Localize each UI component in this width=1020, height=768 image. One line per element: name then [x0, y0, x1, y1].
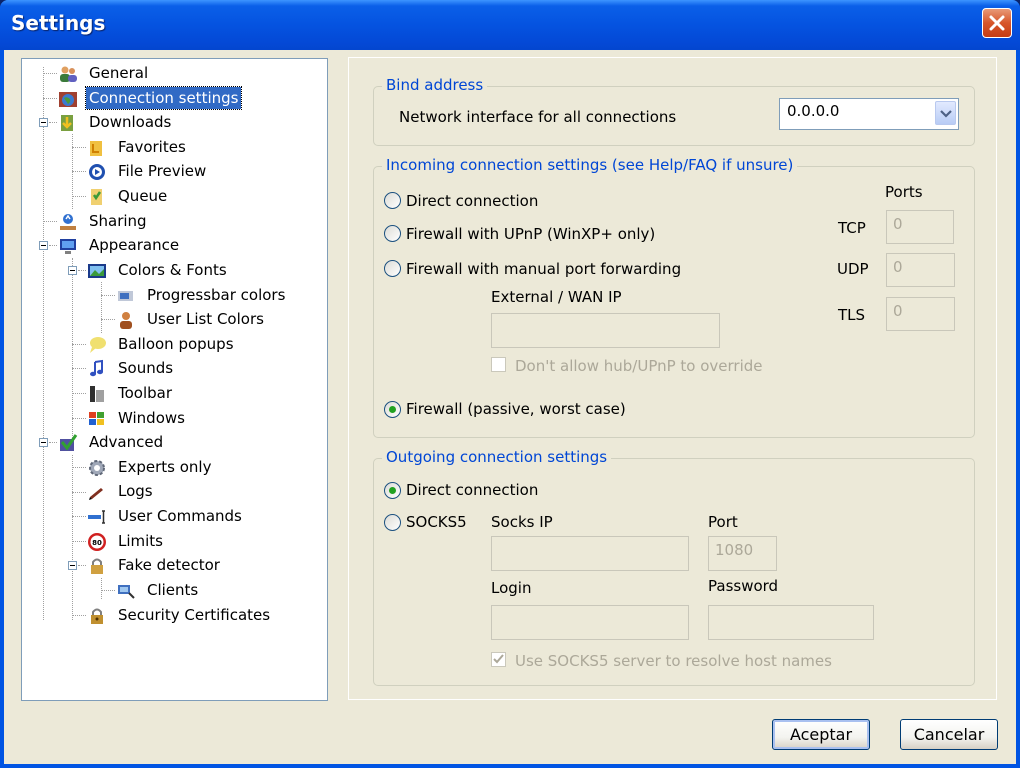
outgoing-direct-label[interactable]: Direct connection: [406, 481, 538, 499]
dialog-body: General Connection settings Downloads Fa…: [4, 50, 1016, 764]
window-title: Settings: [11, 11, 106, 35]
wan-ip-label: External / WAN IP: [491, 288, 622, 306]
resolve-hostnames-checkbox[interactable]: [491, 652, 506, 667]
picture-icon: [88, 264, 106, 278]
cancel-button[interactable]: Cancelar: [900, 719, 998, 750]
wan-ip-input[interactable]: [491, 313, 720, 348]
login-label: Login: [491, 579, 532, 597]
network-interface-dropdown[interactable]: 0.0.0.0: [779, 98, 959, 130]
chevron-down-icon: [940, 110, 952, 118]
network-interface-label: Network interface for all connections: [399, 108, 677, 126]
incoming-legend: Incoming connection settings (see Help/F…: [382, 156, 798, 174]
toolbar-icon: [90, 386, 104, 402]
sharing-icon: [60, 214, 76, 230]
incoming-passive-radio[interactable]: [384, 401, 401, 418]
settings-tree[interactable]: General Connection settings Downloads Fa…: [21, 58, 328, 701]
tcp-label: TCP: [838, 219, 866, 237]
incoming-upnp-radio[interactable]: [384, 225, 401, 242]
connection-settings-panel: Bind address Network interface for all c…: [348, 57, 997, 700]
gear-icon: [89, 460, 105, 476]
command-icon: [88, 510, 105, 524]
outgoing-socks5-label[interactable]: SOCKS5: [406, 513, 467, 531]
udp-port-input[interactable]: 0: [886, 253, 955, 287]
socks-port-label: Port: [708, 513, 738, 531]
close-button[interactable]: [982, 8, 1012, 38]
ports-label: Ports: [885, 183, 923, 201]
preview-icon: [89, 164, 105, 180]
password-input[interactable]: [708, 605, 874, 640]
incoming-upnp-label[interactable]: Firewall with UPnP (WinXP+ only): [406, 225, 655, 243]
favorites-icon: [90, 141, 102, 156]
bind-address-legend: Bind address: [382, 76, 488, 94]
outgoing-direct-radio[interactable]: [384, 482, 401, 499]
users-icon: [60, 66, 77, 82]
dont-allow-override-checkbox[interactable]: [491, 357, 506, 372]
outgoing-connection-group: Outgoing connection settings Direct conn…: [373, 448, 975, 686]
svg-text:80: 80: [92, 539, 102, 547]
progressbar-icon: [118, 291, 133, 301]
collapse-appearance-toggle[interactable]: [39, 241, 48, 250]
udp-label: UDP: [837, 260, 869, 278]
tls-label: TLS: [838, 306, 866, 324]
certificate-lock-icon: [91, 608, 103, 624]
balloon-icon: [90, 337, 106, 353]
dropdown-arrow-button[interactable]: [935, 101, 956, 125]
incoming-manual-label[interactable]: Firewall with manual port forwarding: [406, 260, 681, 278]
title-bar[interactable]: Settings: [0, 0, 1020, 50]
collapse-downloads-toggle[interactable]: [39, 118, 48, 127]
close-icon: [989, 15, 1005, 31]
checkmark-icon: [493, 654, 504, 664]
socks-ip-input[interactable]: [491, 536, 689, 571]
password-label: Password: [708, 577, 779, 595]
dont-allow-override-label[interactable]: Don't allow hub/UPnP to override: [515, 357, 763, 375]
user-icon: [120, 312, 132, 329]
incoming-connection-group: Incoming connection settings (see Help/F…: [373, 156, 975, 438]
speed-limit-icon: 80: [88, 533, 106, 551]
socks-port-input[interactable]: 1080: [708, 536, 777, 571]
collapse-fake-detector-toggle[interactable]: [68, 561, 77, 570]
socks-ip-label: Socks IP: [491, 513, 553, 531]
incoming-direct-label[interactable]: Direct connection: [406, 192, 538, 210]
clients-icon: [118, 585, 135, 599]
incoming-manual-radio[interactable]: [384, 260, 401, 277]
downloads-icon: [61, 115, 73, 131]
incoming-direct-radio[interactable]: [384, 192, 401, 209]
outgoing-socks5-radio[interactable]: [384, 514, 401, 531]
settings-window: Settings General Connection settings Dow…: [0, 0, 1020, 768]
outgoing-legend: Outgoing connection settings: [382, 448, 612, 466]
bind-address-group: Bind address Network interface for all c…: [373, 76, 975, 146]
pen-icon: [89, 488, 103, 500]
monitor-icon: [60, 239, 76, 254]
resolve-hostnames-label[interactable]: Use SOCKS5 server to resolve host names: [515, 652, 832, 670]
globe-icon: [59, 92, 77, 107]
collapse-colors-fonts-toggle[interactable]: [68, 266, 77, 275]
windows-flag-icon: [89, 412, 104, 425]
incoming-passive-label[interactable]: Firewall (passive, worst case): [406, 400, 626, 418]
music-note-icon: [90, 359, 103, 377]
network-interface-value: 0.0.0.0: [787, 102, 840, 120]
queue-icon: [91, 189, 102, 205]
login-input[interactable]: [491, 605, 689, 640]
tcp-port-input[interactable]: 0: [886, 210, 954, 244]
tls-port-input[interactable]: 0: [886, 297, 955, 331]
lock-icon: [91, 558, 103, 574]
ok-button[interactable]: Aceptar: [772, 719, 870, 750]
checkmark-icon: [60, 434, 78, 451]
collapse-advanced-toggle[interactable]: [39, 438, 48, 447]
